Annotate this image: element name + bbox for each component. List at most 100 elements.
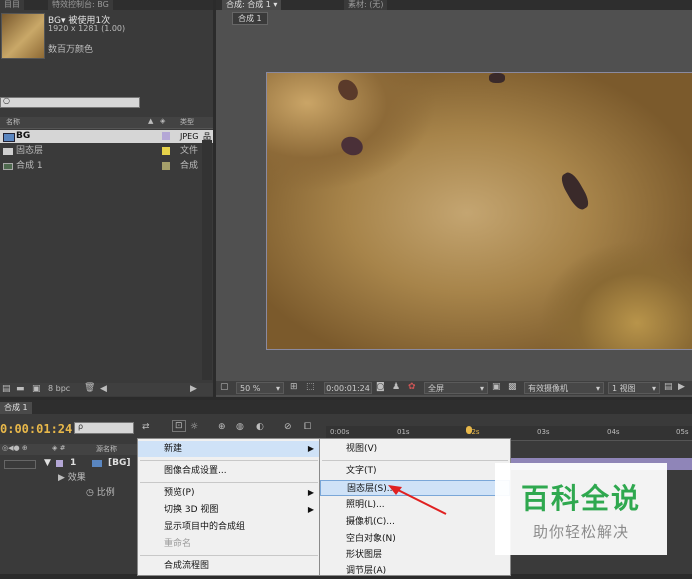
graph-editor-icon[interactable]: ⊘ <box>284 422 292 432</box>
search-icon: ρ <box>78 422 84 431</box>
frame-blending-icon[interactable]: ⊕ <box>218 422 226 432</box>
menu-item-preview[interactable]: 预览(P) ▶ <box>138 485 320 501</box>
tab-effect-controls[interactable]: 特效控制台: BG <box>48 0 113 10</box>
menu-item-label: 形状图层 <box>346 550 383 560</box>
menu-item-label: 合成流程图 <box>164 561 210 571</box>
col-type[interactable]: 类型 <box>180 117 194 127</box>
menu-item-switch-3d-view[interactable]: 切换 3D 视图 ▶ <box>138 502 320 518</box>
submenu-arrow-icon: ▶ <box>307 444 314 453</box>
col-name[interactable]: 名称 <box>6 117 20 127</box>
resolution-dropdown[interactable]: 全屏 ▾ <box>424 382 488 394</box>
graph-editor-toggle-icon[interactable]: ⧠ <box>304 422 311 432</box>
motion-blur-icon[interactable]: ◍ <box>236 422 244 432</box>
menu-item-label: 新建 <box>164 444 183 454</box>
list-item[interactable]: 合成 1 合成 <box>0 160 213 173</box>
preview-color: 数百万颜色 <box>48 45 94 55</box>
always-preview-icon[interactable]: ▢ <box>220 382 229 392</box>
brainstorm-icon[interactable]: ◐ <box>256 422 264 432</box>
toggle-pixel-icon[interactable]: ▤ <box>664 382 673 392</box>
menu-item-adjustment-layer[interactable]: 调节层(A) <box>320 563 510 579</box>
menu-item-text[interactable]: 文字(T) <box>320 463 510 479</box>
interpret-footage-icon[interactable]: ▤ <box>2 384 11 394</box>
tab-composition[interactable]: 合成: 合成 1 ▾ <box>222 0 282 10</box>
camera-snapshot-icon[interactable]: ◙ <box>376 382 385 392</box>
timeline-timecode[interactable]: 0:00:01:24 <box>0 422 72 436</box>
views-dropdown[interactable]: 1 视图 ▾ <box>608 382 660 394</box>
tab-timeline-comp[interactable]: 合成 1 <box>0 402 32 414</box>
transparency-grid-icon[interactable]: ▩ <box>508 382 517 392</box>
trash-icon[interactable]: 🗑 <box>84 383 95 393</box>
watermark-subtitle: 助你轻松解决 <box>532 523 629 541</box>
project-scrollbar[interactable] <box>202 140 212 380</box>
item-name: 合成 1 <box>16 161 43 171</box>
table-row[interactable]: ▼ 1 [BG] <box>0 457 140 470</box>
region-of-interest-icon[interactable]: ▣ <box>492 382 501 392</box>
label-color[interactable] <box>56 460 63 467</box>
ruler-tick: 0:00s <box>330 428 350 436</box>
mask-icon[interactable]: ⬚ <box>306 382 315 392</box>
menu-item-rename: 重命名 <box>138 536 320 552</box>
submenu-arrow-icon: ▶ <box>307 505 314 514</box>
search-input[interactable]: ○ <box>0 96 140 108</box>
stopwatch-icon[interactable]: ◷ <box>86 488 97 498</box>
menu-item-shape-layer[interactable]: 形状图层 <box>320 547 510 563</box>
views-value: 1 视图 <box>612 384 636 393</box>
comp-viewer[interactable] <box>266 72 692 350</box>
label-color <box>162 132 170 140</box>
scale-row[interactable]: ◷ 比例 <box>86 487 115 500</box>
zoom-value: 50 % <box>240 384 261 393</box>
menu-item-new[interactable]: 新建 ▶ <box>138 441 320 457</box>
butterfly-graphic <box>489 73 505 83</box>
fast-preview-icon[interactable]: ▶ <box>678 382 685 392</box>
effects-row[interactable]: ▶ 效果 <box>58 472 86 485</box>
menu-item-null-object[interactable]: 空白对象(N) <box>320 531 510 547</box>
draft-3d-icon[interactable]: ⊡ <box>172 420 186 432</box>
new-folder-icon[interactable]: ▬ <box>16 384 25 394</box>
composition-mini-flowchart-icon[interactable]: ⇄ <box>142 422 150 432</box>
current-time-indicator[interactable] <box>466 426 472 434</box>
chevron-down-icon: ▾ <box>595 384 600 393</box>
label-color <box>162 147 170 155</box>
color-channel-icon[interactable]: ✿ <box>408 382 416 392</box>
tab-footage[interactable]: 素材: (无) <box>344 0 388 10</box>
watermark-title: 百科全说 <box>520 482 641 515</box>
timeline-search-input[interactable]: ρ <box>74 422 134 434</box>
camera-dropdown[interactable]: 有效摄像机 ▾ <box>524 382 604 394</box>
composition-panel: 合成: 合成 1 ▾ 素材: (无) 合成 1 ▢ 50 % ▾ ⊞ ⬚ 0:00… <box>216 0 692 397</box>
expand-triangle-icon[interactable]: ▶ <box>58 473 68 483</box>
menu-item-label: 重命名 <box>164 539 192 549</box>
menu-item-flowchart[interactable]: 合成流程图 <box>138 558 320 574</box>
layer-switches[interactable] <box>4 460 36 469</box>
scroll-right-icon[interactable]: ▶ <box>190 384 197 394</box>
item-type: 文件 <box>180 146 199 156</box>
timecode-display[interactable]: 0:00:01:24 <box>324 382 372 394</box>
menu-item-reveal-in-project[interactable]: 显示项目中的合成组 <box>138 519 320 535</box>
new-composition-icon[interactable]: ▣ <box>32 384 41 394</box>
menu-item-comp-settings[interactable]: 图像合成设置... <box>138 463 320 479</box>
menu-item-viewer[interactable]: 视图(V) <box>320 441 510 457</box>
zoom-dropdown[interactable]: 50 % ▾ <box>236 382 284 394</box>
comp-breadcrumb[interactable]: 合成 1 <box>232 12 268 25</box>
project-footer: ▤ ▬ ▣ 8 bpc 🗑 ◀ ▶ <box>0 383 213 396</box>
list-item[interactable]: BG JPEG 品 <box>0 130 213 143</box>
layer-name[interactable]: [BG] <box>108 457 130 470</box>
submenu-arrow-icon: ▶ <box>307 488 314 497</box>
menu-item-label: 空白对象(N) <box>346 534 396 544</box>
expand-triangle-icon[interactable]: ▼ <box>44 457 51 470</box>
footage-icon <box>3 133 15 142</box>
hide-shy-layers-icon[interactable]: ☼ <box>190 422 198 432</box>
list-item[interactable]: 固态层 文件 <box>0 145 213 158</box>
col-source-name[interactable]: 源名称 <box>96 444 117 454</box>
scroll-left-icon[interactable]: ◀ <box>100 384 107 394</box>
tab-project[interactable]: 目目 <box>0 0 24 10</box>
watermark-logo: 百科全说 助你轻松解决 <box>495 463 667 555</box>
grid-icon[interactable]: ⊞ <box>290 382 298 392</box>
chevron-down-icon: ▾ <box>479 384 484 393</box>
tag-icon: ◈ <box>160 117 166 125</box>
context-menu: 新建 ▶ 图像合成设置... 预览(P) ▶ 切换 3D 视图 ▶ 显示项目中的合成组… <box>137 438 321 576</box>
show-snapshot-icon[interactable]: ♟ <box>392 382 400 392</box>
menu-item-label: 预览(P) <box>164 488 195 498</box>
preview-thumbnail <box>1 13 45 59</box>
project-list-header: 名称 ▲ ◈ 类型 <box>0 117 213 129</box>
bpc-button[interactable]: 8 bpc <box>48 384 70 393</box>
